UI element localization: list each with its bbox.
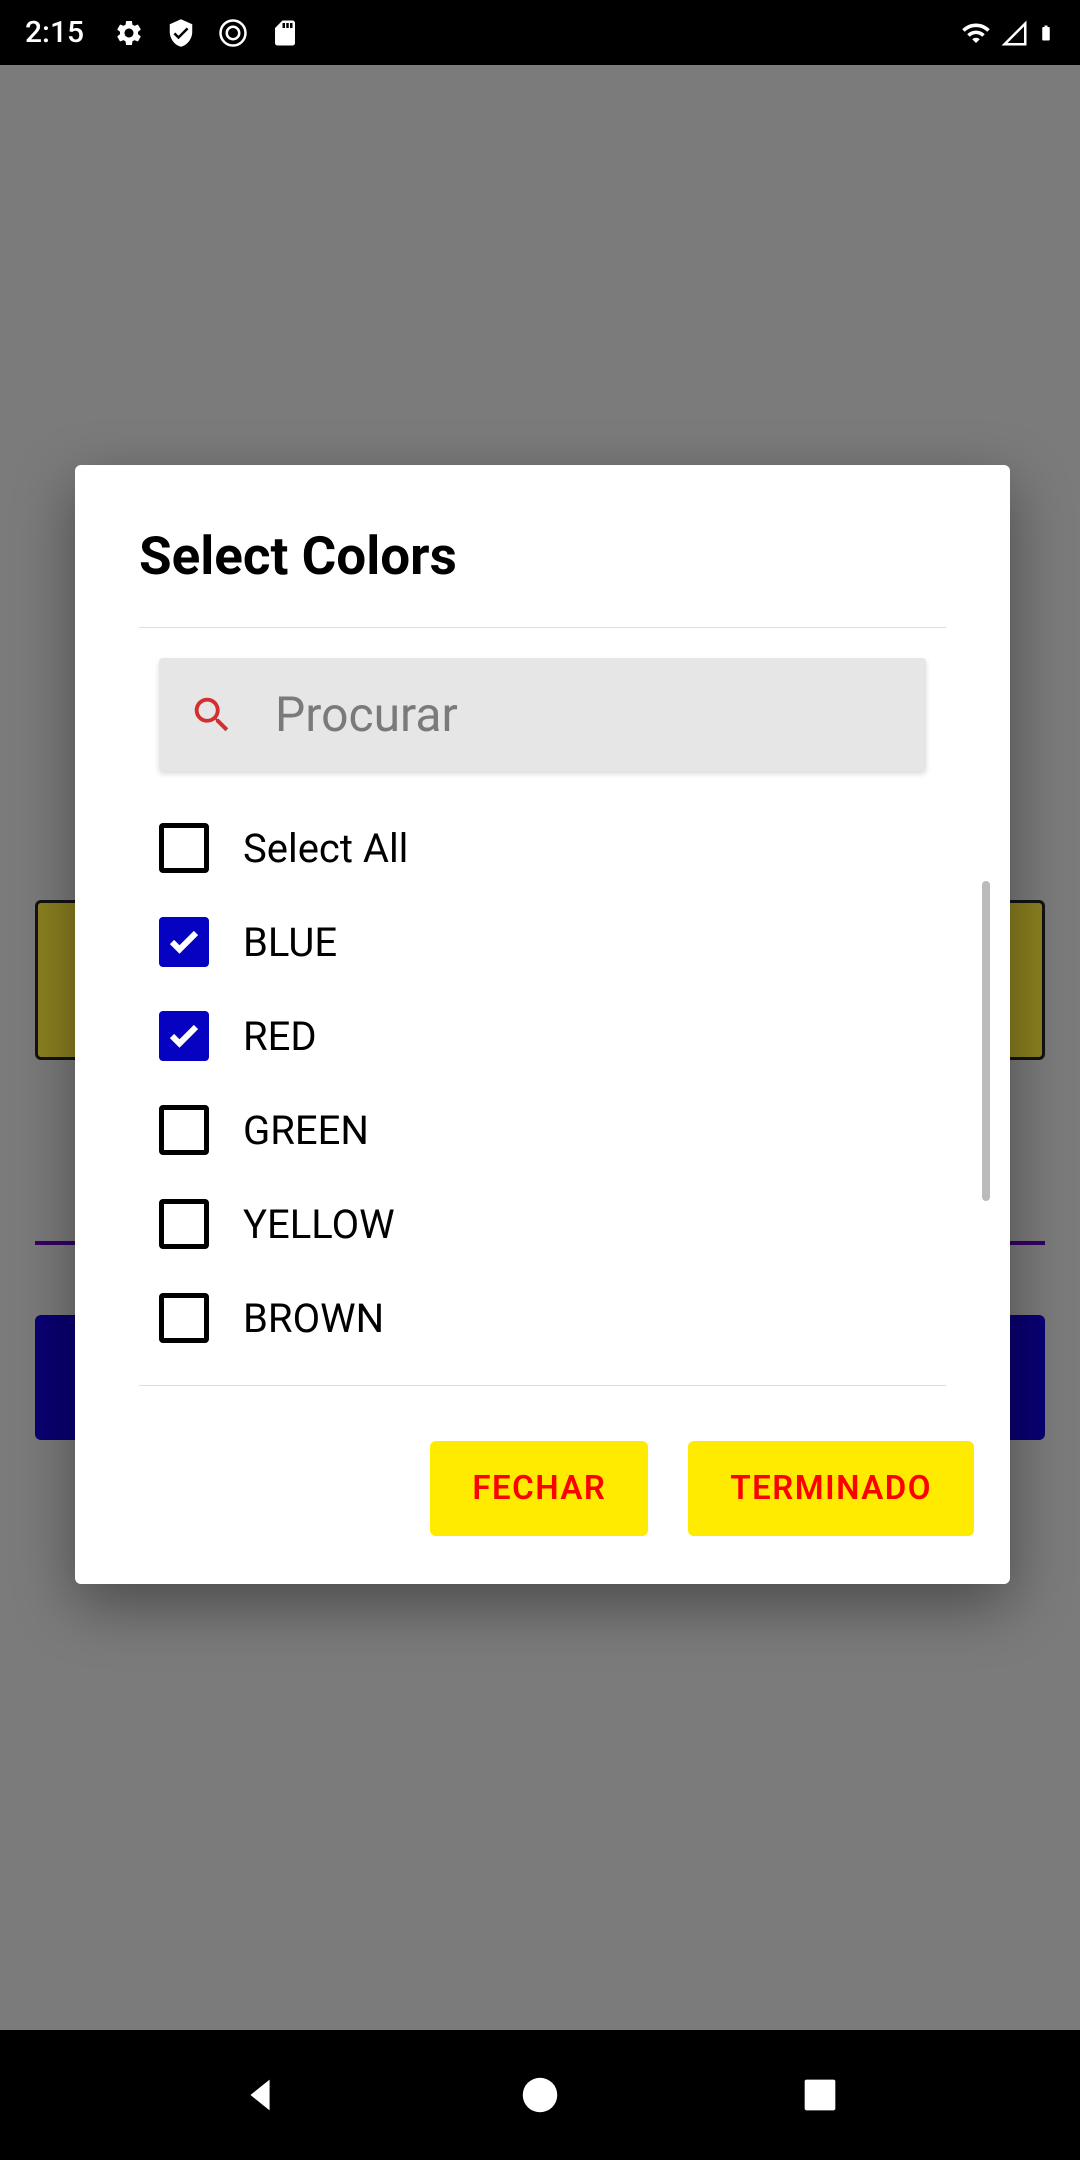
list-item-blue[interactable]: BLUE <box>159 895 926 989</box>
recent-icon[interactable] <box>797 2072 843 2118</box>
list-label: YELLOW <box>243 1201 395 1248</box>
shield-icon <box>166 18 196 48</box>
sd-card-icon <box>270 18 300 48</box>
checkbox-green[interactable] <box>159 1105 209 1155</box>
no-sim-icon <box>218 18 248 48</box>
list-label: GREEN <box>243 1107 369 1154</box>
status-icons-left <box>114 18 300 48</box>
checkbox-brown[interactable] <box>159 1293 209 1343</box>
select-colors-dialog: Select Colors Select All BLUE RED <box>75 465 1010 1584</box>
checkbox-select-all[interactable] <box>159 823 209 873</box>
list-item-red[interactable]: RED <box>159 989 926 1083</box>
done-button[interactable]: TERMINADO <box>688 1441 974 1536</box>
divider-top <box>139 627 946 628</box>
search-box[interactable] <box>159 658 926 771</box>
gear-icon <box>114 18 144 48</box>
checkbox-blue[interactable] <box>159 917 209 967</box>
nav-bar <box>0 2030 1080 2160</box>
home-icon[interactable] <box>517 2072 563 2118</box>
dialog-actions: FECHAR TERMINADO <box>75 1386 1010 1584</box>
list-item-yellow[interactable]: YELLOW <box>159 1177 926 1271</box>
status-time: 2:15 <box>25 15 84 50</box>
status-right <box>961 17 1055 49</box>
checkbox-red[interactable] <box>159 1011 209 1061</box>
status-left: 2:15 <box>25 15 300 50</box>
close-button[interactable]: FECHAR <box>430 1441 648 1536</box>
battery-icon <box>1037 17 1055 49</box>
scrollbar[interactable] <box>982 881 990 1201</box>
list-container[interactable]: Select All BLUE RED GREEN YELLOW <box>75 801 1010 1365</box>
list-label: Select All <box>243 825 408 872</box>
check-icon <box>166 1018 202 1054</box>
search-input[interactable] <box>275 686 896 743</box>
check-icon <box>166 924 202 960</box>
list-item-green[interactable]: GREEN <box>159 1083 926 1177</box>
dialog-title: Select Colors <box>75 465 1010 627</box>
wifi-icon <box>961 18 991 48</box>
list-label: BROWN <box>243 1295 384 1342</box>
list-item-brown[interactable]: BROWN <box>159 1271 926 1365</box>
list-item-select-all[interactable]: Select All <box>159 801 926 895</box>
signal-icon <box>999 18 1029 48</box>
back-icon[interactable] <box>237 2072 283 2118</box>
checkbox-yellow[interactable] <box>159 1199 209 1249</box>
search-icon <box>189 692 235 738</box>
status-bar: 2:15 <box>0 0 1080 65</box>
list-label: RED <box>243 1013 317 1060</box>
list-label: BLUE <box>243 919 337 966</box>
